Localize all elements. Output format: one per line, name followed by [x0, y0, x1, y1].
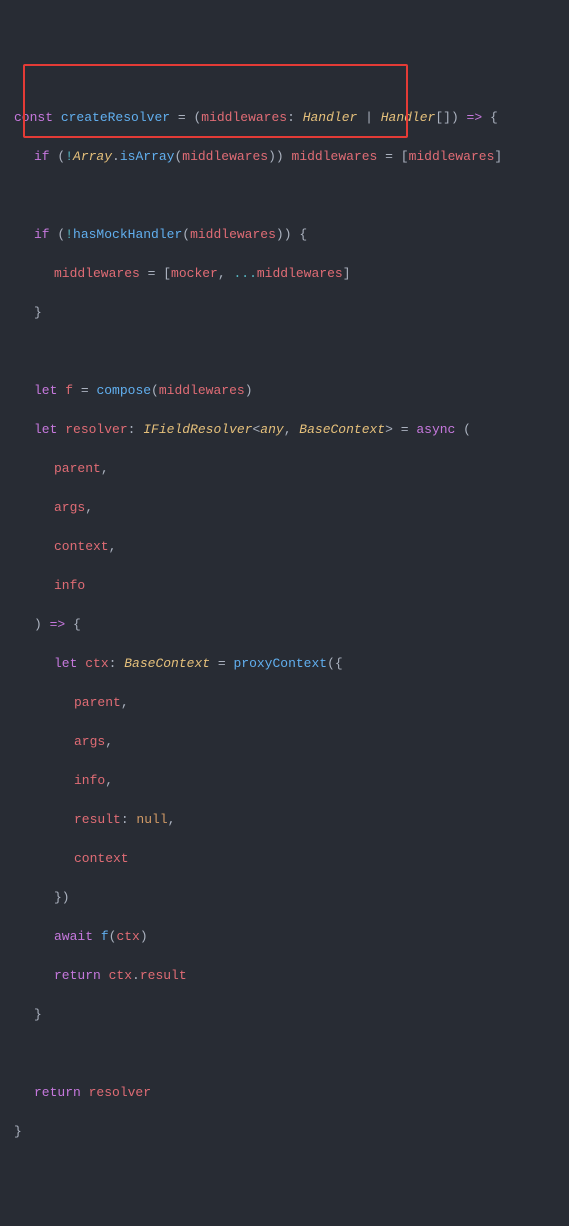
code-line: context	[14, 849, 555, 869]
code-line: return resolver	[14, 1083, 555, 1103]
code-line: parent,	[14, 459, 555, 479]
code-line: return ctx.result	[14, 966, 555, 986]
code-line: if (!hasMockHandler(middlewares)) {	[14, 225, 555, 245]
code-line: let f = compose(middlewares)	[14, 381, 555, 401]
code-line: parent,	[14, 693, 555, 713]
blank-line	[14, 186, 555, 206]
code-line: result: null,	[14, 810, 555, 830]
blank-line	[14, 1044, 555, 1064]
code-line: }	[14, 1005, 555, 1025]
code-line: args,	[14, 498, 555, 518]
code-line: if (!Array.isArray(middlewares)) middlew…	[14, 147, 555, 167]
blank-line	[14, 342, 555, 362]
code-line: middlewares = [mocker, ...middlewares]	[14, 264, 555, 284]
code-line: let resolver: IFieldResolver<any, BaseCo…	[14, 420, 555, 440]
code-line: args,	[14, 732, 555, 752]
code-line: await f(ctx)	[14, 927, 555, 947]
code-line: }	[14, 1122, 555, 1142]
code-line: let ctx: BaseContext = proxyContext({	[14, 654, 555, 674]
code-line: })	[14, 888, 555, 908]
code-line: info,	[14, 771, 555, 791]
code-line: }	[14, 303, 555, 323]
code-line: ) => {	[14, 615, 555, 635]
code-line: context,	[14, 537, 555, 557]
code-line: info	[14, 576, 555, 596]
code-line: const createResolver = (middlewares: Han…	[14, 108, 555, 128]
code-block: const createResolver = (middlewares: Han…	[14, 88, 555, 1161]
